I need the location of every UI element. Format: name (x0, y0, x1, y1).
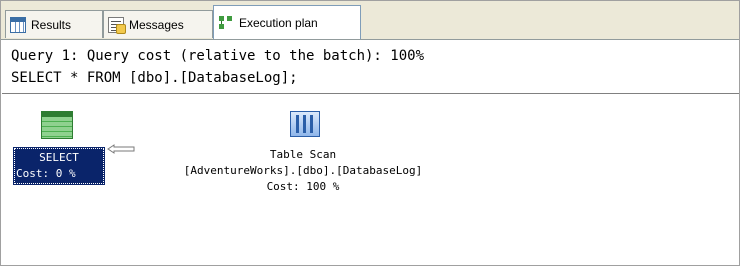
tab-strip: Results Messages Execution plan (1, 1, 739, 40)
select-node-title: SELECT (39, 151, 79, 164)
table-scan-title: Table Scan (269, 148, 337, 161)
query-sql-line: SELECT * FROM [dbo].[DatabaseLog]; (11, 70, 298, 86)
tab-results[interactable]: Results (5, 10, 103, 38)
results-pane: Results Messages Execution plan Query 1:… (0, 0, 740, 266)
select-node[interactable]: SELECT Cost: 0 % (13, 147, 105, 185)
select-node-cost: Cost: 0 % (16, 167, 76, 180)
query-header: Query 1: Query cost (relative to the bat… (11, 45, 424, 89)
tab-execution-plan-label: Execution plan (239, 15, 318, 30)
table-scan-cost: Cost: 100 % (266, 180, 340, 193)
tab-messages-label: Messages (129, 17, 184, 32)
query-cost-line: Query 1: Query cost (relative to the bat… (11, 48, 425, 64)
execution-plan-icon (218, 15, 234, 31)
table-scan-object: [AdventureWorks].[dbo].[DatabaseLog] (183, 164, 423, 177)
divider (2, 93, 739, 94)
table-scan-node[interactable]: Table Scan [AdventureWorks].[dbo].[Datab… (141, 147, 465, 195)
results-grid-icon (10, 16, 26, 33)
tab-messages[interactable]: Messages (103, 10, 213, 38)
messages-icon (108, 16, 126, 34)
data-flow-arrow-icon (107, 144, 135, 154)
select-operator-icon[interactable] (41, 111, 73, 139)
table-scan-icon[interactable] (290, 111, 320, 137)
tab-execution-plan[interactable]: Execution plan (213, 5, 361, 39)
tab-results-label: Results (31, 17, 72, 32)
